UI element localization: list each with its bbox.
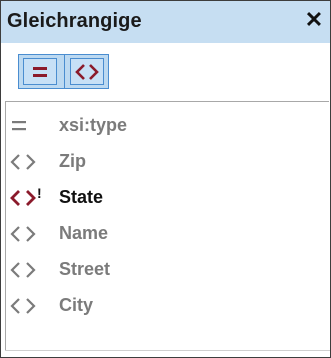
list-item[interactable]: xsi:type bbox=[6, 110, 329, 146]
list-item[interactable]: Name bbox=[6, 218, 329, 254]
list-item-label: City bbox=[59, 295, 94, 315]
element-icon bbox=[10, 298, 36, 314]
close-icon[interactable]: ✕ bbox=[303, 7, 325, 33]
list-item-label: Street bbox=[59, 259, 111, 279]
toolbar-divider bbox=[64, 55, 65, 88]
element-icon bbox=[10, 262, 36, 278]
list-item-label: State bbox=[59, 187, 104, 207]
siblings-panel: Gleichrangige ✕ xsi:type Zip ! State Nam… bbox=[0, 0, 331, 358]
attributes-filter-button[interactable] bbox=[23, 58, 57, 85]
list-item-label: xsi:type bbox=[59, 115, 128, 135]
list-item[interactable]: ! State bbox=[6, 182, 329, 218]
equals-icon bbox=[33, 66, 47, 77]
siblings-list: xsi:type Zip ! State Name Street City bbox=[5, 101, 329, 350]
elements-filter-button[interactable] bbox=[70, 58, 104, 85]
element-icon bbox=[10, 226, 36, 242]
list-bottom-border bbox=[5, 350, 330, 351]
list-item[interactable]: Street bbox=[6, 254, 329, 290]
list-item-label: Name bbox=[59, 223, 109, 243]
element-brackets-icon bbox=[75, 63, 99, 80]
panel-title: Gleichrangige bbox=[7, 10, 142, 32]
panel-titlebar: Gleichrangige ✕ bbox=[1, 1, 330, 43]
panel-toolbar bbox=[1, 43, 330, 99]
element-required-icon: ! bbox=[10, 186, 42, 206]
list-item[interactable]: City bbox=[6, 290, 329, 326]
list-item-label: Zip bbox=[59, 151, 86, 171]
filter-button-group bbox=[18, 54, 109, 89]
required-marker: ! bbox=[37, 186, 42, 201]
attribute-equals-icon bbox=[12, 121, 26, 131]
element-icon bbox=[10, 154, 36, 170]
list-item[interactable]: Zip bbox=[6, 146, 329, 182]
